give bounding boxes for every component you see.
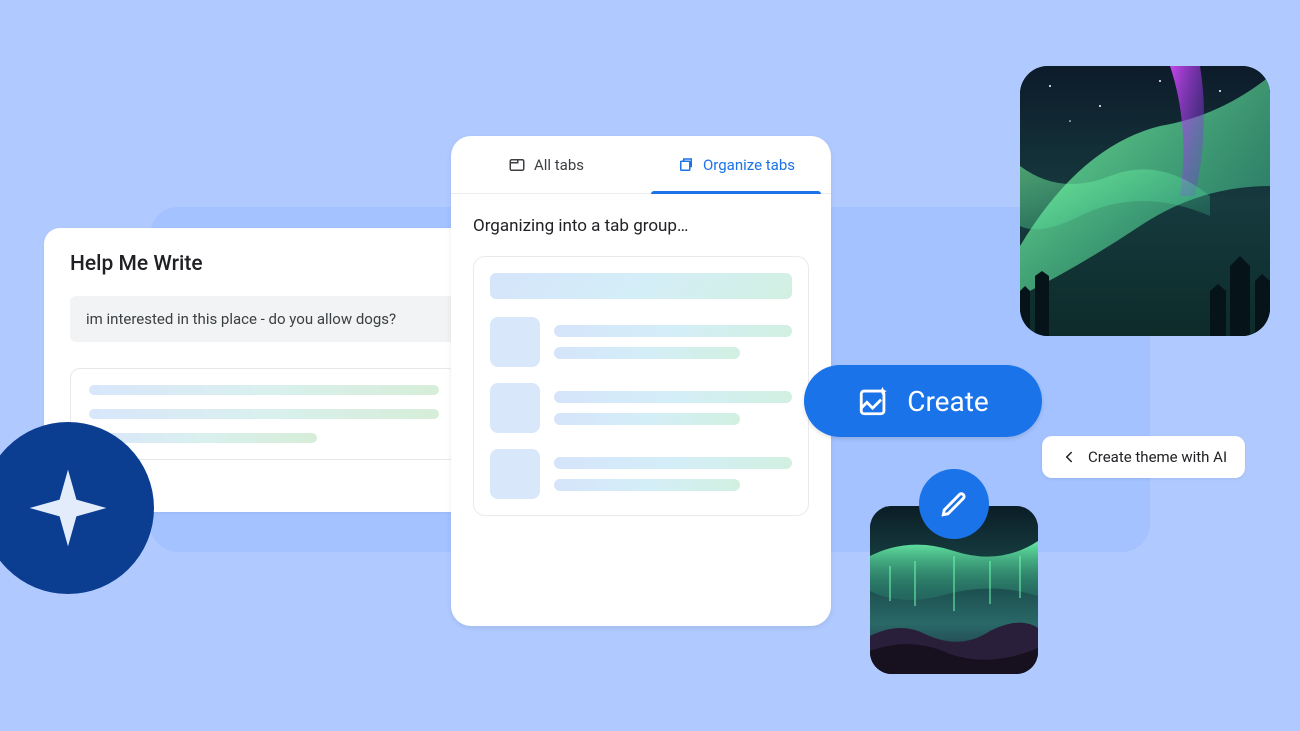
- organize-icon: [677, 156, 695, 174]
- sparkle-icon: [22, 462, 114, 554]
- tab-all-tabs[interactable]: All tabs: [451, 136, 641, 193]
- tab-label: All tabs: [534, 156, 584, 174]
- pencil-icon: [938, 488, 970, 520]
- skeleton-line: [89, 409, 439, 419]
- group-title-skeleton: [490, 273, 792, 299]
- theme-chip-label: Create theme with AI: [1088, 448, 1227, 466]
- tabs-icon: [508, 156, 526, 174]
- create-theme-chip[interactable]: Create theme with AI: [1042, 436, 1245, 478]
- favicon-skeleton: [490, 383, 540, 433]
- tab-group-skeleton: [473, 256, 809, 516]
- skeleton-line: [89, 385, 439, 395]
- theme-preview-large: [1020, 66, 1270, 336]
- tab-organize-tabs[interactable]: Organize tabs: [641, 136, 831, 193]
- aurora-image-icon: [1020, 66, 1270, 336]
- tab-row-skeleton: [490, 317, 792, 367]
- tab-row-skeleton: [490, 383, 792, 433]
- create-button-label: Create: [907, 385, 989, 418]
- image-sparkle-icon: [857, 384, 891, 418]
- create-button[interactable]: Create: [804, 365, 1042, 437]
- organize-heading: Organizing into a tab group…: [473, 216, 809, 236]
- arrow-left-icon: [1060, 448, 1078, 466]
- favicon-skeleton: [490, 449, 540, 499]
- edit-theme-button[interactable]: [919, 469, 989, 539]
- tab-row-skeleton: [490, 449, 792, 499]
- help-me-write-input[interactable]: im interested in this place - do you all…: [70, 296, 458, 342]
- organize-tabs-card: All tabs Organize tabs Organizing into a…: [451, 136, 831, 626]
- tab-strip: All tabs Organize tabs: [451, 136, 831, 194]
- favicon-skeleton: [490, 317, 540, 367]
- tab-label: Organize tabs: [703, 156, 795, 174]
- help-me-write-title: Help Me Write: [70, 252, 458, 276]
